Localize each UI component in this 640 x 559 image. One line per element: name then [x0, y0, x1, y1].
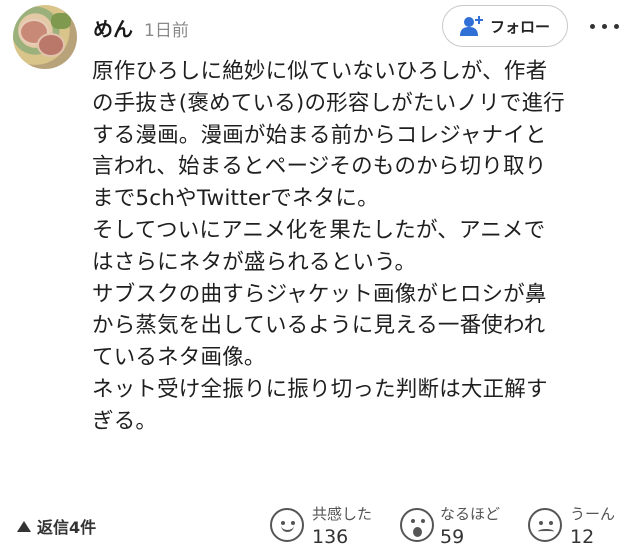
comment-line: から蒸気を出しているように見える一番使われ: [92, 313, 546, 339]
follow-label: フォロー: [489, 17, 550, 36]
reaction-hmm[interactable]: うーん 12: [528, 500, 638, 559]
more-dots-icon[interactable]: [590, 18, 626, 34]
avatar-image-part: [51, 13, 71, 29]
comment-line: ているネタ画像。: [92, 345, 266, 371]
comment-line: ぎる。: [92, 408, 158, 434]
dot: [590, 23, 595, 29]
surprised-face-icon: [400, 508, 434, 542]
reaction-empathize[interactable]: 共感した 136: [270, 500, 390, 559]
reaction-count: 136: [312, 526, 349, 548]
comment-body: 原作ひろしに絶妙に似ていないひろしが、作者 の手抜き(褒めている)の形容しがたい…: [92, 56, 626, 438]
mouth: [281, 524, 294, 532]
reply-count-label: 返信4件: [37, 518, 97, 537]
eye: [421, 519, 425, 523]
follow-button[interactable]: フォロー: [442, 5, 568, 47]
comment-line: 言われ、始まるとページそのものから切り取り: [92, 154, 547, 180]
reaction-label: 共感した: [312, 505, 373, 523]
reaction-insightful[interactable]: なるほど 59: [400, 500, 520, 559]
avatar-image-part: [37, 33, 65, 57]
comment-line: ネット受け全振りに振り切った判断は大正解す: [92, 376, 548, 402]
timestamp: 1日前: [144, 21, 189, 41]
username[interactable]: めん: [93, 13, 133, 42]
eye: [411, 519, 415, 523]
comment-line: 原作ひろしに絶妙に似ていないひろしが、作者: [92, 59, 548, 84]
comment-line: はさらにネタが盛られるという。: [92, 249, 417, 275]
person-add-icon: [459, 16, 483, 36]
caret-up-icon: [17, 520, 31, 532]
mouth: [413, 527, 422, 537]
confused-face-icon: [528, 508, 562, 542]
comment-line: の手抜き(褒めている)の形容しがたいノリで進行: [92, 90, 565, 116]
comment-line: まで5chやTwitterでネタに。: [92, 186, 379, 212]
reaction-label: うーん: [570, 505, 616, 523]
reply-toggle[interactable]: 返信4件: [17, 514, 96, 538]
reaction-label: なるほど: [440, 505, 501, 523]
reaction-count: 12: [570, 526, 595, 548]
comment-line: する漫画。漫画が始まる前からコレジャナイと: [92, 122, 547, 148]
eye: [539, 521, 543, 525]
comment-line: そしてついにアニメ化を果たしたが、アニメで: [92, 217, 546, 243]
dot: [614, 23, 619, 29]
avatar[interactable]: [13, 5, 77, 69]
comment-line: サブスクの曲すらジャケット画像がヒロシが鼻: [92, 281, 547, 307]
mouth: [538, 529, 554, 534]
smile-face-icon: [270, 508, 304, 542]
dot: [602, 23, 607, 29]
eye: [549, 521, 553, 525]
comment-footer: 返信4件 共感した 136 なるほど 59 うーん 12: [0, 500, 640, 559]
reaction-count: 59: [440, 526, 465, 548]
